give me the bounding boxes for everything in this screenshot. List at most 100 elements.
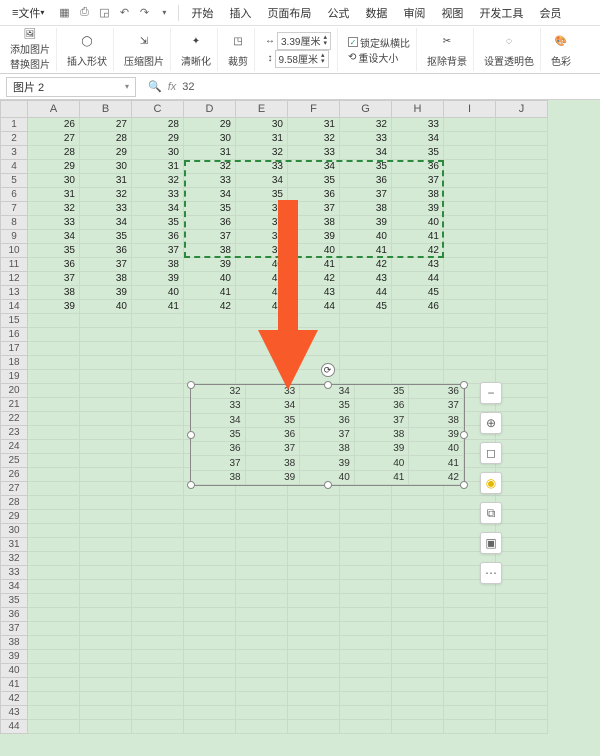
cell[interactable] <box>236 706 288 720</box>
cell[interactable]: 34 <box>288 160 340 174</box>
cell[interactable] <box>132 566 184 580</box>
cell[interactable]: 31 <box>288 118 340 132</box>
cell[interactable]: 37 <box>288 202 340 216</box>
cell[interactable] <box>340 608 392 622</box>
cell[interactable]: 42 <box>392 244 444 258</box>
cell[interactable] <box>392 328 444 342</box>
cell[interactable]: 36 <box>392 160 444 174</box>
tool-copy-button[interactable]: ⧉ <box>480 502 502 524</box>
cell[interactable] <box>496 216 548 230</box>
cell[interactable] <box>496 188 548 202</box>
cell[interactable] <box>288 664 340 678</box>
cell[interactable] <box>28 426 80 440</box>
cell[interactable] <box>28 566 80 580</box>
cell[interactable]: 34 <box>28 230 80 244</box>
cell[interactable] <box>80 426 132 440</box>
cell[interactable] <box>496 538 548 552</box>
cell[interactable] <box>392 664 444 678</box>
cell[interactable] <box>496 566 548 580</box>
cell[interactable] <box>496 692 548 706</box>
row-header[interactable]: 41 <box>0 678 28 692</box>
cell[interactable] <box>132 538 184 552</box>
cell[interactable] <box>340 594 392 608</box>
tool-zoom-button[interactable]: ⊕ <box>480 412 502 434</box>
cell[interactable] <box>132 678 184 692</box>
cell[interactable] <box>392 650 444 664</box>
cell[interactable] <box>288 650 340 664</box>
cell[interactable] <box>236 524 288 538</box>
cell[interactable] <box>444 300 496 314</box>
row-header[interactable]: 40 <box>0 664 28 678</box>
tab-start[interactable]: 开始 <box>183 0 221 25</box>
cell[interactable] <box>80 692 132 706</box>
cell[interactable] <box>28 692 80 706</box>
cell[interactable]: 41 <box>288 258 340 272</box>
cell[interactable] <box>392 706 444 720</box>
cell[interactable]: 40 <box>132 286 184 300</box>
cell[interactable] <box>236 580 288 594</box>
cell[interactable] <box>132 496 184 510</box>
cell[interactable] <box>28 482 80 496</box>
cell[interactable]: 35 <box>80 230 132 244</box>
cell[interactable]: 30 <box>80 160 132 174</box>
cell[interactable]: 28 <box>28 146 80 160</box>
cell[interactable] <box>444 608 496 622</box>
cell[interactable]: 42 <box>288 272 340 286</box>
cell[interactable] <box>80 384 132 398</box>
cell[interactable]: 36 <box>132 230 184 244</box>
cell[interactable] <box>340 650 392 664</box>
cell[interactable] <box>288 314 340 328</box>
cell[interactable]: 40 <box>392 216 444 230</box>
cell[interactable]: 38 <box>184 244 236 258</box>
column-header[interactable]: E <box>236 100 288 118</box>
cell[interactable]: 39 <box>80 286 132 300</box>
cell[interactable] <box>184 510 236 524</box>
column-header[interactable]: G <box>340 100 392 118</box>
cell[interactable] <box>236 692 288 706</box>
cell[interactable]: 45 <box>340 300 392 314</box>
cell[interactable] <box>392 552 444 566</box>
resize-handle-tl[interactable] <box>187 381 195 389</box>
cell[interactable]: 32 <box>340 118 392 132</box>
cell[interactable] <box>444 174 496 188</box>
cell[interactable] <box>132 454 184 468</box>
cell[interactable]: 29 <box>80 146 132 160</box>
cell[interactable]: 36 <box>80 244 132 258</box>
cell[interactable] <box>496 398 548 412</box>
print-icon[interactable]: ⎙ <box>76 5 92 21</box>
cell[interactable] <box>236 314 288 328</box>
name-box[interactable]: 图片 2 ▾ <box>6 77 136 97</box>
cell[interactable]: 41 <box>184 286 236 300</box>
row-header[interactable]: 16 <box>0 328 28 342</box>
cell[interactable] <box>184 664 236 678</box>
cell[interactable] <box>496 160 548 174</box>
cell[interactable]: 39 <box>392 202 444 216</box>
cell[interactable] <box>80 342 132 356</box>
cell[interactable] <box>496 580 548 594</box>
row-header[interactable]: 14 <box>0 300 28 314</box>
cell[interactable] <box>496 384 548 398</box>
cell[interactable]: 35 <box>392 146 444 160</box>
cell[interactable] <box>132 552 184 566</box>
row-header[interactable]: 17 <box>0 342 28 356</box>
tab-view[interactable]: 视图 <box>433 0 471 25</box>
cell[interactable]: 32 <box>288 132 340 146</box>
tab-member[interactable]: 会员 <box>531 0 569 25</box>
cell[interactable]: 41 <box>392 230 444 244</box>
cell[interactable] <box>28 454 80 468</box>
cell[interactable] <box>28 440 80 454</box>
cell[interactable]: 37 <box>236 216 288 230</box>
cell[interactable] <box>80 510 132 524</box>
row-header[interactable]: 11 <box>0 258 28 272</box>
cell[interactable] <box>340 636 392 650</box>
sharpen-button[interactable]: ✦ 清晰化 <box>175 28 218 71</box>
cell[interactable] <box>392 314 444 328</box>
cell[interactable] <box>236 636 288 650</box>
cell[interactable] <box>496 454 548 468</box>
set-transparent-button[interactable]: ◌ 设置透明色 <box>478 28 541 71</box>
row-header[interactable]: 30 <box>0 524 28 538</box>
cell[interactable]: 44 <box>340 286 392 300</box>
row-header[interactable]: 23 <box>0 426 28 440</box>
cell[interactable]: 31 <box>28 188 80 202</box>
cell[interactable] <box>444 258 496 272</box>
